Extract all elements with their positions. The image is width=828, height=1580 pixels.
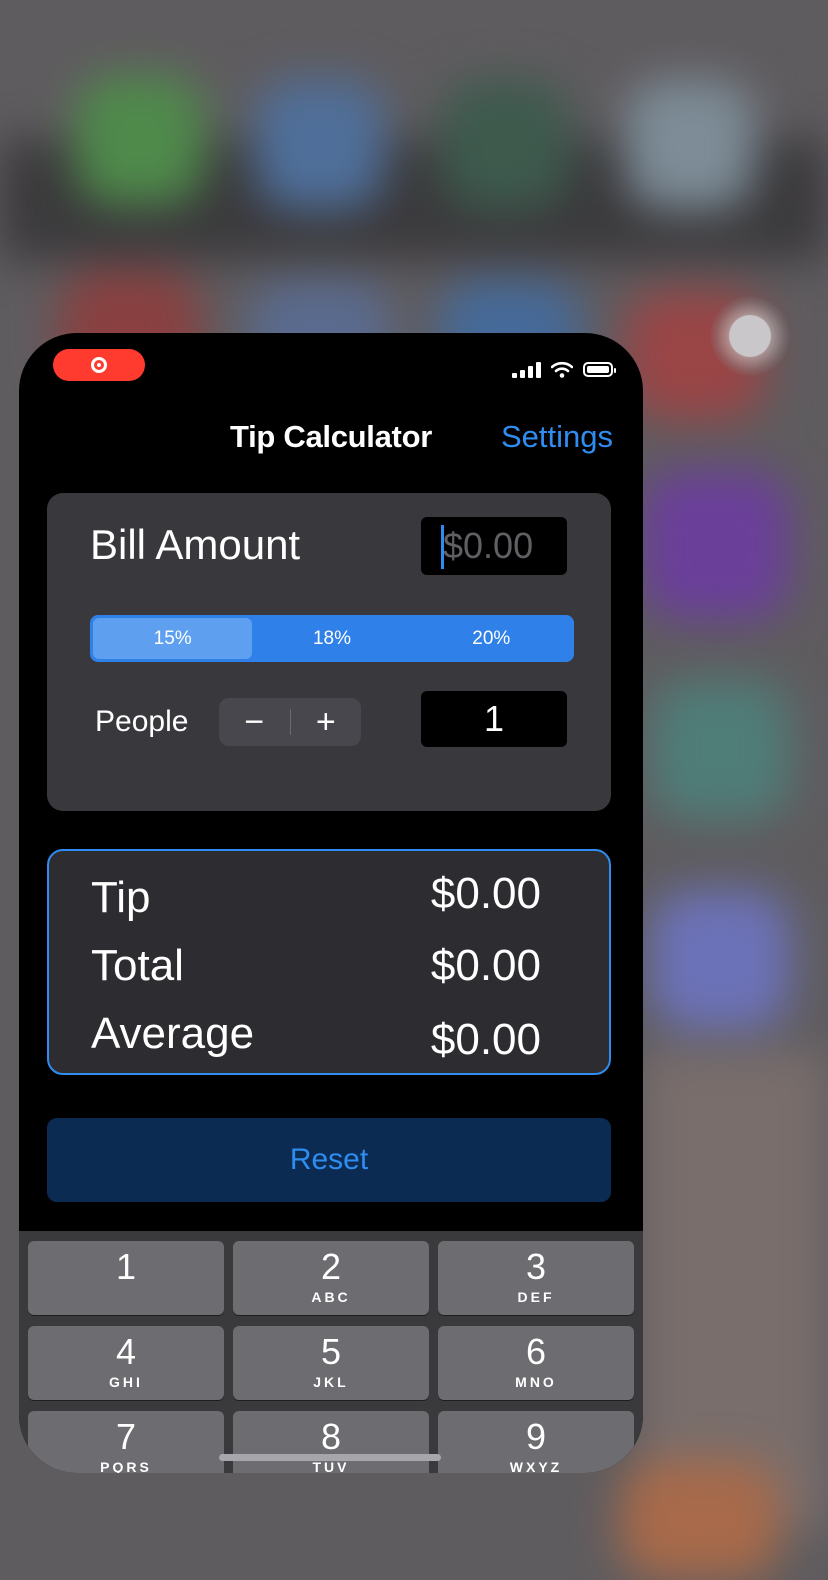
key-5[interactable]: 5 JKL — [233, 1326, 429, 1400]
average-value: $0.00 — [430, 1015, 541, 1064]
key-digit: 7 — [115, 1416, 137, 1457]
key-digit: 4 — [115, 1331, 137, 1372]
key-digit: 9 — [525, 1416, 547, 1457]
key-3[interactable]: 3 DEF — [438, 1241, 634, 1315]
key-6[interactable]: 6 MNO — [438, 1326, 634, 1400]
screen-recording-indicator[interactable] — [53, 349, 145, 381]
total-value: $0.00 — [430, 941, 541, 990]
key-1[interactable]: 1 — [28, 1241, 224, 1315]
increment-button[interactable]: + — [291, 698, 362, 746]
signal-icon — [512, 361, 541, 378]
key-7[interactable]: 7 PQRS — [28, 1411, 224, 1473]
tip-option-18[interactable]: 18% — [252, 618, 411, 659]
key-digit: 3 — [525, 1246, 547, 1287]
key-letters: ABC — [311, 1289, 351, 1305]
key-letters: MNO — [515, 1374, 557, 1390]
tip-option-20[interactable]: 20% — [412, 618, 571, 659]
key-letters: DEF — [517, 1289, 555, 1305]
text-caret — [441, 525, 444, 569]
reset-button[interactable]: Reset — [47, 1118, 611, 1202]
input-card: Bill Amount $0.00 15% 18% 20% People − +… — [47, 493, 611, 811]
key-4[interactable]: 4 GHI — [28, 1326, 224, 1400]
decrement-button[interactable]: − — [219, 698, 290, 746]
tip-option-15[interactable]: 15% — [93, 618, 253, 659]
key-digit: 2 — [320, 1246, 342, 1287]
key-letters: TUV — [312, 1459, 350, 1473]
recording-icon — [91, 357, 107, 373]
numeric-keypad: 1 2 ABC 3 DEF 4 GHI 5 JKL 6 MNO 7 PQRS 8 — [19, 1231, 643, 1473]
key-digit: 6 — [525, 1331, 547, 1372]
key-letters: WXYZ — [509, 1459, 563, 1473]
touch-indicator-icon — [710, 296, 790, 376]
bill-amount-label: Bill Amount — [90, 521, 301, 568]
key-8[interactable]: 8 TUV — [233, 1411, 429, 1473]
home-indicator[interactable] — [219, 1454, 441, 1461]
battery-icon — [583, 362, 616, 377]
bill-amount-placeholder: $0.00 — [443, 525, 534, 566]
status-icons — [512, 361, 616, 378]
key-digit: 8 — [320, 1416, 342, 1457]
key-letters: GHI — [109, 1374, 143, 1390]
key-letters: PQRS — [100, 1459, 152, 1473]
people-count-field[interactable]: 1 — [421, 691, 567, 747]
settings-button[interactable]: Settings — [501, 419, 613, 455]
key-2[interactable]: 2 ABC — [233, 1241, 429, 1315]
people-label: People — [95, 705, 189, 738]
average-label: Average — [91, 1009, 255, 1058]
total-label: Total — [91, 941, 184, 990]
tip-value: $0.00 — [430, 869, 541, 918]
tip-label: Tip — [91, 873, 151, 922]
people-stepper: − + — [219, 698, 361, 746]
tip-percentage-selector: 15% 18% 20% — [90, 615, 574, 662]
key-digit: 5 — [320, 1331, 342, 1372]
results-card: Tip $0.00 Total $0.00 Average $0.00 — [47, 849, 611, 1075]
app-window: Tip Calculator Settings Bill Amount $0.0… — [19, 333, 643, 1473]
key-9[interactable]: 9 WXYZ — [438, 1411, 634, 1473]
key-letters: JKL — [313, 1374, 349, 1390]
bill-amount-field[interactable]: $0.00 — [421, 517, 567, 575]
wifi-icon — [551, 361, 573, 378]
key-digit: 1 — [115, 1246, 137, 1287]
